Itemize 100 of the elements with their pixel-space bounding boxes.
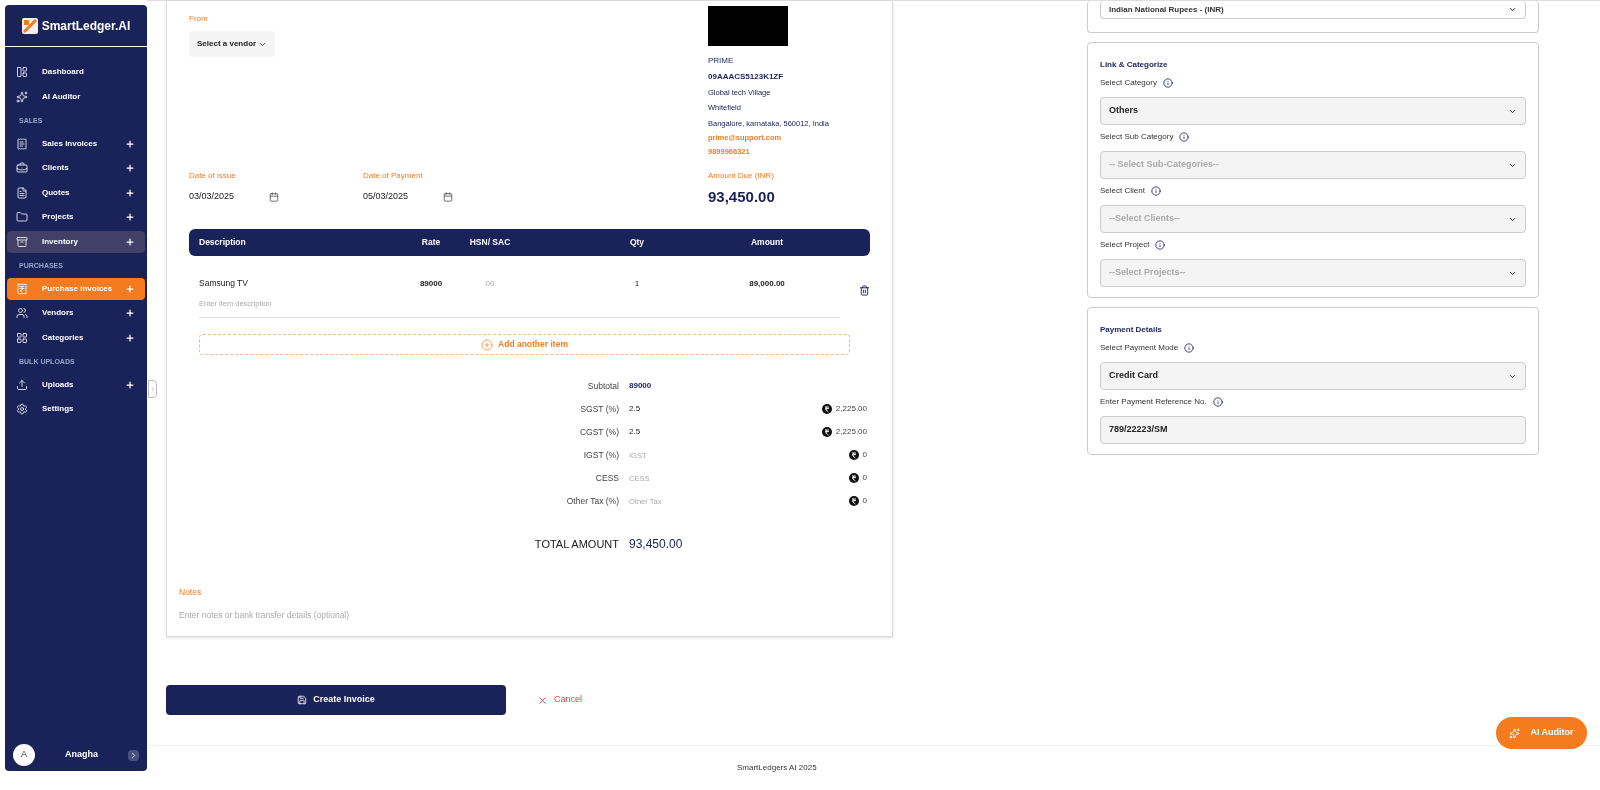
sidebar-item-label: Uploads: [42, 378, 75, 391]
grid-icon: [16, 331, 28, 344]
column-header: Qty: [628, 236, 646, 249]
rupee-icon: [848, 473, 859, 484]
sidebar-item[interactable]: Inventory: [7, 230, 145, 253]
vendor-gstin: 09AAACS5123K1ZF: [708, 71, 785, 83]
tax-amount: 0: [862, 472, 867, 485]
item-qty[interactable]: 1: [617, 277, 657, 290]
sidebar-item[interactable]: AI Auditor: [7, 85, 145, 108]
delete-icon[interactable]: [859, 285, 870, 296]
add-icon[interactable]: [125, 379, 135, 390]
users-icon: [16, 307, 28, 319]
totals-label: CESS: [594, 471, 619, 485]
add-icon[interactable]: [125, 163, 135, 173]
info-icon[interactable]: [1150, 186, 1161, 196]
rupee-icon: [848, 450, 859, 461]
sidebar-item-label: Quotes: [42, 186, 71, 199]
close-icon: [537, 694, 548, 706]
sidebar-item[interactable]: Settings: [7, 398, 145, 420]
field-label: Select Project: [1100, 239, 1150, 251]
dashboard-icon: [16, 66, 28, 78]
cancel-button[interactable]: Cancel: [537, 693, 582, 707]
rupee-icon: [848, 496, 859, 507]
sidebar-item[interactable]: Quotes: [7, 181, 145, 204]
amount-due-label: Amount Due (INR): [708, 170, 775, 182]
totals-value[interactable]: 89000: [629, 380, 652, 393]
add-icon[interactable]: [125, 138, 135, 149]
sidebar-item-label: Projects: [42, 211, 75, 223]
amount-due-value: 93,450.00: [708, 187, 776, 207]
add-icon[interactable]: [125, 236, 135, 247]
user-name: Anagha: [64, 748, 99, 762]
archive-icon: [16, 235, 28, 248]
sparkle-icon: [1509, 727, 1521, 739]
sidebar-item[interactable]: Sales Invoices: [7, 132, 145, 155]
totals-label: CGST (%): [578, 425, 619, 439]
sidebar-item-label: Vendors: [42, 307, 75, 319]
input-field[interactable]: 789/22223/SM: [1100, 416, 1526, 444]
info-icon[interactable]: [1155, 240, 1166, 250]
sidebar-item-label: Clients: [42, 162, 70, 174]
info-icon[interactable]: [1162, 78, 1173, 88]
totals-label: IGST (%): [582, 448, 619, 462]
sidebar-item-label: AI Auditor: [42, 90, 82, 103]
field-label: Select Sub Category: [1100, 131, 1174, 143]
sidebar-item[interactable]: Uploads: [7, 373, 145, 396]
item-name[interactable]: Samsung TV: [199, 277, 399, 290]
sidebar-item[interactable]: Vendors: [7, 302, 145, 324]
sidebar-item-label: Inventory: [42, 235, 79, 248]
panel-title: Link & Categorize: [1100, 59, 1169, 71]
create-invoice-button[interactable]: Create Invoice: [166, 685, 506, 715]
sidebar-item[interactable]: Clients: [7, 157, 145, 179]
tax-amount: 2,225.00: [835, 426, 867, 439]
document-icon: [16, 186, 28, 199]
vendor-select[interactable]: Select a vendor: [189, 31, 275, 57]
field-label: Select Payment Mode: [1100, 342, 1179, 354]
totals-value[interactable]: 2.5: [629, 426, 641, 439]
add-icon[interactable]: [125, 308, 135, 318]
tax-amount: 0: [862, 449, 867, 462]
totals-value[interactable]: 2.5: [629, 403, 641, 416]
info-icon[interactable]: [1184, 343, 1195, 353]
calendar-icon: [269, 191, 279, 202]
logo-icon: [21, 17, 38, 34]
app-logo-text: SmartLedger.AI: [41, 17, 131, 35]
column-header: Description: [199, 236, 247, 249]
tax-amount: 0: [862, 495, 867, 508]
expand-button[interactable]: [128, 749, 139, 761]
select-field[interactable]: Others: [1100, 97, 1526, 125]
add-icon[interactable]: [125, 332, 135, 343]
date-field[interactable]: 03/03/2025: [189, 190, 279, 204]
add-icon: [481, 338, 494, 351]
info-icon[interactable]: [1212, 397, 1223, 407]
chevron-right-icon: [129, 750, 138, 760]
settings-icon: [16, 403, 28, 415]
rupee-icon: [821, 404, 832, 415]
column-header: Amount: [749, 236, 785, 249]
folder-icon: [16, 211, 28, 223]
date-field[interactable]: 05/03/2025: [363, 190, 453, 204]
column-header: Rate: [420, 236, 442, 249]
sidebar-item[interactable]: Projects: [7, 206, 145, 228]
add-icon[interactable]: [125, 212, 135, 222]
notes-label: Notes: [179, 586, 203, 599]
date-label: Date of Payment: [363, 170, 424, 182]
sidebar-item-label: Categories: [42, 331, 85, 344]
add-icon[interactable]: [125, 187, 135, 198]
user-avatar[interactable]: A: [13, 744, 35, 766]
totals-label: Other Tax (%): [565, 494, 619, 508]
sidebar-item[interactable]: Categories: [7, 326, 145, 349]
upload-icon: [16, 378, 28, 391]
sidebar-item-label: Settings: [42, 403, 75, 415]
tax-amount: 2,225.00: [835, 403, 867, 416]
rupee-receipt-icon: [16, 282, 28, 295]
sidebar-item[interactable]: Dashboard: [7, 61, 145, 83]
calendar-icon: [443, 191, 453, 202]
item-rate[interactable]: 89000: [399, 277, 463, 290]
select-field[interactable]: Credit Card: [1100, 362, 1526, 390]
field-label: Enter Payment Reference No.: [1100, 396, 1207, 408]
total-amount-label: TOTAL AMOUNT: [533, 537, 619, 552]
info-icon[interactable]: [1179, 132, 1190, 142]
total-amount-value: 93,450.00: [629, 536, 683, 554]
totals-label: Subtotal: [586, 379, 619, 393]
from-label: From: [189, 13, 209, 25]
